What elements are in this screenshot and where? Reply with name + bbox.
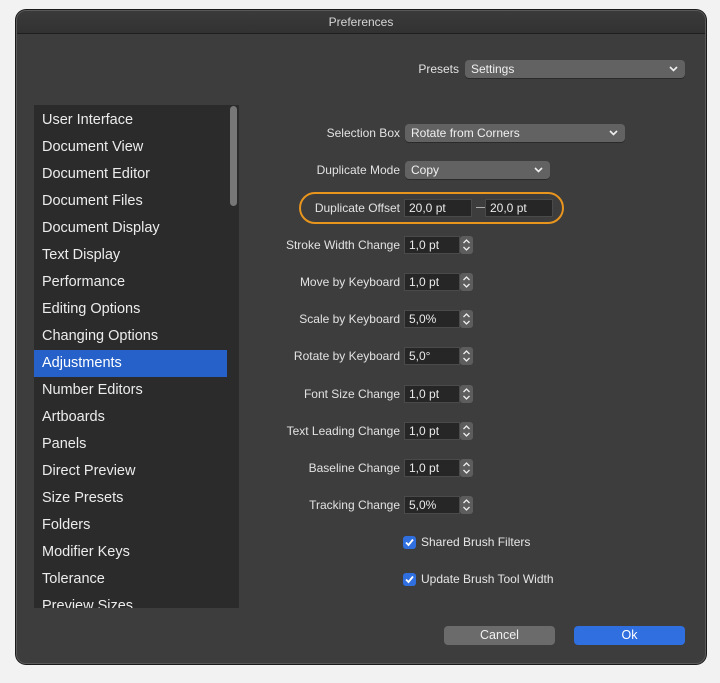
stepper-arrows-icon [463, 462, 470, 474]
preferences-window: Preferences Presets Settings User Interf… [16, 10, 706, 664]
move-by-keyboard-stepper[interactable] [460, 273, 473, 291]
rotate-by-keyboard-field[interactable]: 5,0° [404, 347, 460, 365]
text-leading-change-label: Text Leading Change [286, 424, 400, 438]
presets-value: Settings [471, 62, 515, 76]
font-size-change-label: Font Size Change [303, 387, 400, 401]
sidebar-item-performance[interactable]: Performance [34, 269, 227, 296]
shared-brush-filters-label[interactable]: Shared Brush Filters [421, 535, 530, 550]
selection-box-dropdown[interactable]: Rotate from Corners [405, 124, 625, 142]
sidebar-item-editing-options[interactable]: Editing Options [34, 296, 227, 323]
stepper-arrows-icon [463, 499, 470, 511]
baseline-change-field[interactable]: 1,0 pt [404, 459, 460, 477]
stepper-arrows-icon [463, 388, 470, 400]
sidebar-item-artboards[interactable]: Artboards [34, 404, 227, 431]
ok-button[interactable]: Ok [574, 626, 685, 645]
stroke-width-change-label: Stroke Width Change [285, 238, 400, 252]
window-title: Preferences [17, 11, 705, 34]
stepper-arrows-icon [463, 313, 470, 325]
sidebar-item-number-editors[interactable]: Number Editors [34, 377, 227, 404]
baseline-change-stepper[interactable] [460, 459, 473, 477]
sidebar-item-document-display[interactable]: Document Display [34, 215, 227, 242]
sidebar-item-panels[interactable]: Panels [34, 431, 227, 458]
text-leading-change-field[interactable]: 1,0 pt [404, 422, 460, 440]
duplicate-offset-y-field[interactable]: 20,0 pt [485, 199, 553, 217]
stroke-width-change-field[interactable]: 1,0 pt [404, 236, 460, 254]
duplicate-mode-dropdown[interactable]: Copy [405, 161, 550, 179]
sidebar-item-document-view[interactable]: Document View [34, 134, 227, 161]
cancel-button[interactable]: Cancel [444, 626, 555, 645]
sidebar-item-changing-options[interactable]: Changing Options [34, 323, 227, 350]
update-brush-tool-width-label[interactable]: Update Brush Tool Width [421, 572, 554, 587]
sidebar-item-preview-sizes[interactable]: Preview Sizes [34, 593, 227, 608]
sidebar-item-direct-preview[interactable]: Direct Preview [34, 458, 227, 485]
duplicate-mode-label: Duplicate Mode [316, 163, 400, 177]
category-sidebar[interactable]: User Interface Document View Document Ed… [34, 105, 239, 608]
baseline-change-label: Baseline Change [308, 461, 400, 475]
tracking-change-field[interactable]: 5,0% [404, 496, 460, 514]
move-by-keyboard-field[interactable]: 1,0 pt [404, 273, 460, 291]
shared-brush-filters-checkbox[interactable] [403, 536, 416, 549]
sidebar-item-size-presets[interactable]: Size Presets [34, 485, 227, 512]
selection-box-value: Rotate from Corners [411, 126, 520, 140]
update-brush-tool-width-checkbox[interactable] [403, 573, 416, 586]
font-size-change-stepper[interactable] [460, 385, 473, 403]
sidebar-item-folders[interactable]: Folders [34, 512, 227, 539]
text-leading-change-stepper[interactable] [460, 422, 473, 440]
tracking-change-label: Tracking Change [309, 498, 400, 512]
selection-box-label: Selection Box [326, 126, 400, 140]
sidebar-item-adjustments[interactable]: Adjustments [34, 350, 227, 377]
stepper-arrows-icon [463, 350, 470, 362]
sidebar-item-modifier-keys[interactable]: Modifier Keys [34, 539, 227, 566]
stepper-arrows-icon [463, 425, 470, 437]
chevron-down-icon [609, 130, 618, 136]
sidebar-scrollbar[interactable] [230, 106, 237, 206]
rotate-by-keyboard-stepper[interactable] [460, 347, 473, 365]
sidebar-item-user-interface[interactable]: User Interface [34, 107, 227, 134]
duplicate-offset-x-field[interactable]: 20,0 pt [404, 199, 472, 217]
stroke-width-change-stepper[interactable] [460, 236, 473, 254]
checkmark-icon [405, 538, 414, 547]
sidebar-item-document-editor[interactable]: Document Editor [34, 161, 227, 188]
stepper-arrows-icon [463, 239, 470, 251]
scale-by-keyboard-label: Scale by Keyboard [299, 312, 400, 326]
chevron-down-icon [534, 167, 543, 173]
move-by-keyboard-label: Move by Keyboard [299, 275, 400, 289]
presets-dropdown[interactable]: Settings [465, 60, 685, 78]
checkmark-icon [405, 575, 414, 584]
scale-by-keyboard-stepper[interactable] [460, 310, 473, 328]
chevron-down-icon [669, 66, 678, 72]
rotate-by-keyboard-label: Rotate by Keyboard [293, 349, 400, 363]
duplicate-offset-label: Duplicate Offset [314, 201, 400, 215]
presets-label: Presets [418, 62, 459, 76]
sidebar-item-text-display[interactable]: Text Display [34, 242, 227, 269]
duplicate-mode-value: Copy [411, 163, 440, 177]
stepper-arrows-icon [463, 276, 470, 288]
sidebar-item-document-files[interactable]: Document Files [34, 188, 227, 215]
sidebar-item-tolerance[interactable]: Tolerance [34, 566, 227, 593]
scale-by-keyboard-field[interactable]: 5,0% [404, 310, 460, 328]
tracking-change-stepper[interactable] [460, 496, 473, 514]
font-size-change-field[interactable]: 1,0 pt [404, 385, 460, 403]
